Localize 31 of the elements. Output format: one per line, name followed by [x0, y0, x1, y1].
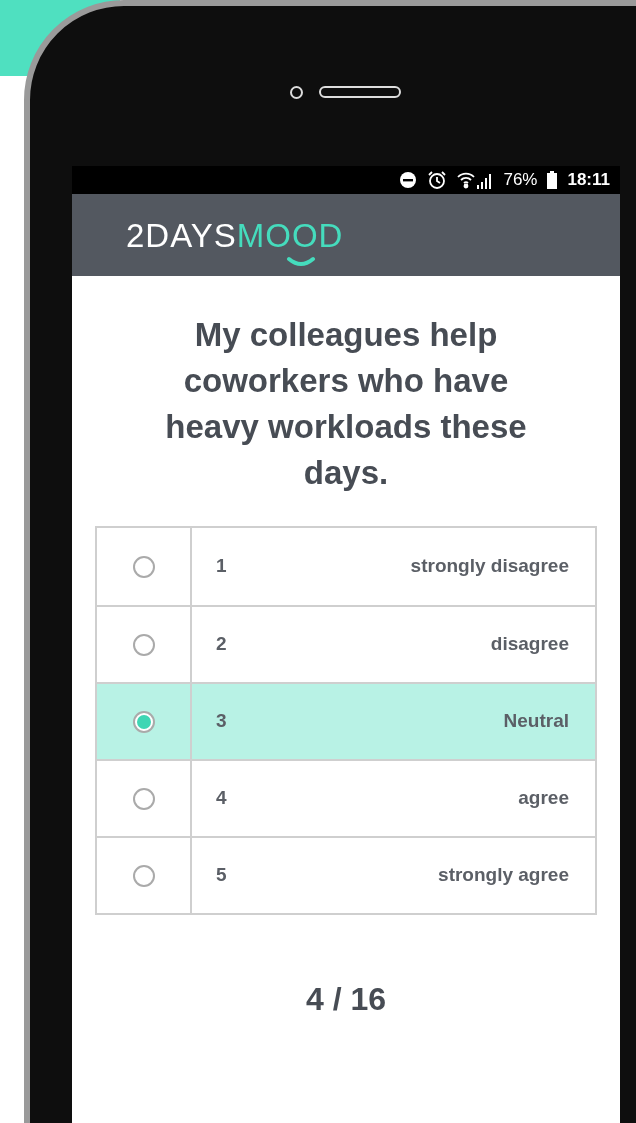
- clock-time: 18:11: [567, 169, 610, 192]
- battery-percent: 76%: [503, 169, 538, 192]
- answer-option[interactable]: 3 Neutral: [97, 682, 595, 759]
- brand-logo: 2DAYSMOOD: [126, 218, 344, 252]
- option-label: disagree: [490, 632, 569, 657]
- survey-question: My colleagues help coworkers who have heavy workloads these days.: [164, 315, 528, 493]
- option-number: 5: [216, 863, 227, 888]
- option-label: agree: [518, 786, 569, 811]
- radio-button[interactable]: [132, 633, 155, 656]
- signal-icon: [477, 173, 494, 189]
- radio-button[interactable]: [132, 787, 155, 810]
- answer-option[interactable]: 4 agree: [97, 759, 595, 836]
- alarm-icon: [427, 170, 448, 190]
- battery-icon: [547, 171, 558, 189]
- radio-button[interactable]: [132, 710, 155, 733]
- do-not-disturb-icon: [399, 171, 418, 189]
- answer-option[interactable]: 2 disagree: [97, 605, 595, 682]
- option-number: 4: [216, 786, 227, 811]
- answer-option[interactable]: 5 strongly agree: [97, 836, 595, 913]
- option-number: 1: [216, 554, 227, 579]
- option-label: strongly disagree: [410, 554, 569, 579]
- camera-icon: [289, 86, 303, 99]
- option-number: 3: [216, 709, 227, 734]
- option-label: Neutral: [503, 709, 569, 734]
- page-counter: 4 / 16: [305, 980, 387, 1019]
- option-number: 2: [216, 632, 227, 657]
- smile-icon: [286, 255, 316, 268]
- radio-button[interactable]: [132, 555, 155, 578]
- wifi-icon: [457, 171, 476, 189]
- option-label: strongly agree: [438, 863, 569, 888]
- radio-button[interactable]: [132, 864, 155, 887]
